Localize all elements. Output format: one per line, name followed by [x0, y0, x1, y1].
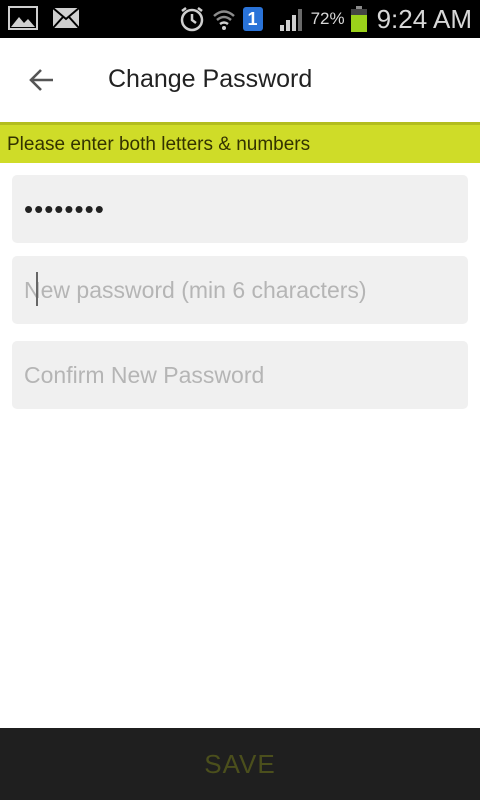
save-label: SAVE	[204, 748, 276, 779]
hint-text: Please enter both letters & numbers	[7, 134, 311, 155]
status-bar: 1 72% 9:24 AM	[0, 0, 480, 38]
wifi-icon	[211, 6, 237, 32]
battery-level-fill	[350, 15, 367, 32]
hint-banner: Please enter both letters & numbers	[0, 122, 480, 163]
confirm-password-field	[12, 341, 468, 409]
save-button[interactable]: SAVE	[0, 728, 480, 800]
battery-icon	[350, 6, 367, 32]
new-password-input[interactable]	[12, 256, 468, 324]
confirm-password-input[interactable]	[12, 341, 468, 409]
app-bar: Change Password	[0, 38, 480, 122]
current-password-input[interactable]	[12, 175, 468, 243]
new-password-field	[12, 256, 468, 324]
battery-percent: 72%	[310, 9, 345, 28]
back-button[interactable]	[14, 58, 70, 102]
current-password-field	[12, 175, 468, 243]
page-title: Change Password	[108, 65, 313, 93]
clock: 9:24 AM	[376, 3, 472, 34]
signal-icon	[279, 7, 305, 31]
badge-icon: 1	[242, 7, 263, 31]
notification-icons	[8, 6, 80, 30]
gallery-icon	[8, 6, 38, 30]
arrow-left-icon	[29, 69, 53, 91]
mail-icon	[52, 7, 80, 29]
alarm-icon	[179, 6, 205, 32]
text-cursor	[36, 272, 38, 306]
